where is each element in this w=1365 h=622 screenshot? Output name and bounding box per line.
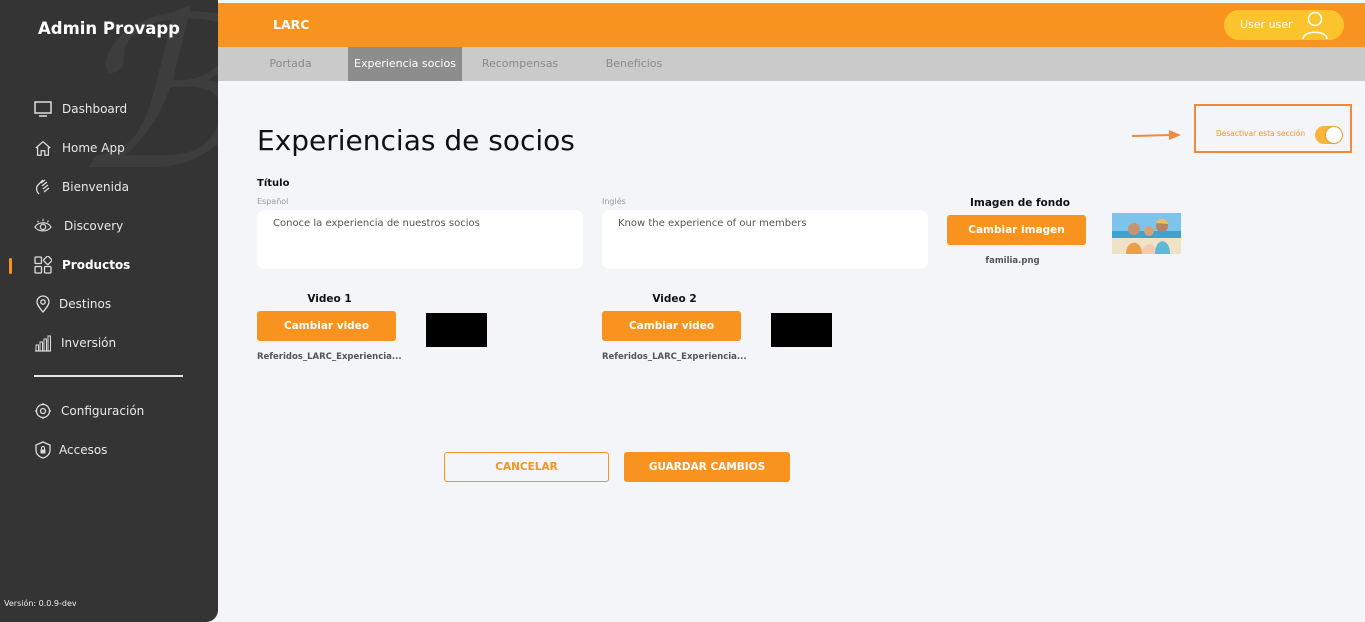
- change-image-button[interactable]: Cambiar imagen: [947, 215, 1086, 245]
- english-title-input[interactable]: [602, 210, 928, 269]
- section-toggle[interactable]: [1315, 126, 1343, 144]
- version-label: Versión: 0.0.9-dev: [4, 599, 77, 608]
- background-image-thumbnail: [1112, 213, 1181, 254]
- change-video-1-button[interactable]: Cambiar video: [257, 311, 396, 341]
- save-changes-button[interactable]: GUARDAR CAMBIOS: [624, 452, 790, 482]
- sidebar: ℬ Admin Provapp Dashboard Home App Bienv…: [0, 0, 218, 622]
- sidebar-item-configuracion[interactable]: Configuración: [0, 396, 218, 426]
- video-1-filename: Referidos_LARC_Experiencia...: [257, 352, 402, 362]
- sidebar-item-productos[interactable]: Productos: [0, 250, 218, 280]
- english-label: Inglés: [602, 197, 626, 206]
- sidebar-item-label: Home App: [62, 141, 125, 155]
- background-image-label: Imagen de fondo: [970, 197, 1070, 209]
- app-name: LARC: [273, 17, 310, 32]
- sidebar-item-discovery[interactable]: Discovery: [0, 211, 218, 241]
- sidebar-item-label: Inversión: [61, 336, 117, 350]
- sidebar-item-inversion[interactable]: Inversión: [0, 328, 218, 358]
- page-title: Experiencias de socios: [257, 124, 575, 157]
- change-video-2-button[interactable]: Cambiar video: [602, 311, 741, 341]
- sidebar-item-label: Productos: [62, 258, 131, 272]
- sidebar-item-destinos[interactable]: Destinos: [0, 289, 218, 319]
- sidebar-item-dashboard[interactable]: Dashboard: [0, 94, 218, 124]
- video-2-thumbnail: [771, 313, 832, 347]
- background-filename: familia.png: [985, 256, 1040, 266]
- sidebar-item-label: Bienvenida: [62, 180, 129, 194]
- eye-icon: [34, 217, 52, 235]
- video-2-label: Video 2: [652, 293, 697, 305]
- video-1-label: Video 1: [307, 293, 352, 305]
- user-menu-button[interactable]: User user: [1224, 10, 1344, 40]
- video-2-filename: Referidos_LARC_Experiencia...: [602, 352, 747, 362]
- grid-icon: [34, 256, 52, 274]
- spanish-label: Español: [257, 197, 289, 206]
- spanish-title-input[interactable]: [257, 210, 583, 269]
- video-1-thumbnail: [426, 313, 487, 347]
- home-icon: [34, 139, 52, 157]
- cancel-button[interactable]: CANCELAR: [444, 452, 609, 482]
- shield-lock-icon: [34, 441, 52, 459]
- sidebar-item-home-app[interactable]: Home App: [0, 133, 218, 163]
- sidebar-item-bienvenida[interactable]: Bienvenida: [0, 172, 218, 202]
- sidebar-item-label: Discovery: [64, 219, 124, 233]
- tab-recompensas[interactable]: Recompensas: [476, 47, 564, 81]
- wave-hand-icon: [34, 178, 52, 196]
- tab-portada[interactable]: Portada: [261, 47, 320, 81]
- sidebar-item-label: Destinos: [59, 297, 112, 311]
- map-pin-icon: [34, 295, 52, 313]
- title-field-label: Título: [257, 178, 290, 189]
- sidebar-item-accesos[interactable]: Accesos: [0, 435, 218, 465]
- user-name: User user: [1240, 18, 1293, 31]
- toggle-highlight-box: Desactivar esta sección: [1194, 104, 1352, 153]
- brand-title: Admin Provapp: [38, 19, 180, 38]
- user-avatar-icon: [1298, 10, 1332, 44]
- top-bar: LARC User user: [218, 3, 1365, 47]
- annotation-arrow-icon: [1131, 130, 1181, 140]
- tab-experiencia-socios[interactable]: Experiencia socios: [348, 47, 462, 81]
- sidebar-item-label: Accesos: [59, 443, 108, 457]
- gear-icon: [34, 402, 52, 420]
- sidebar-divider: [34, 375, 183, 377]
- monitor-icon: [34, 100, 52, 118]
- bar-chart-icon: [34, 334, 52, 352]
- sidebar-item-label: Dashboard: [62, 102, 128, 116]
- toggle-label: Desactivar esta sección: [1216, 129, 1306, 138]
- sidebar-item-label: Configuración: [61, 404, 145, 418]
- tab-bar: Portada Experiencia socios Recompensas B…: [218, 47, 1365, 81]
- toggle-knob: [1326, 127, 1342, 143]
- tab-beneficios[interactable]: Beneficios: [600, 47, 668, 81]
